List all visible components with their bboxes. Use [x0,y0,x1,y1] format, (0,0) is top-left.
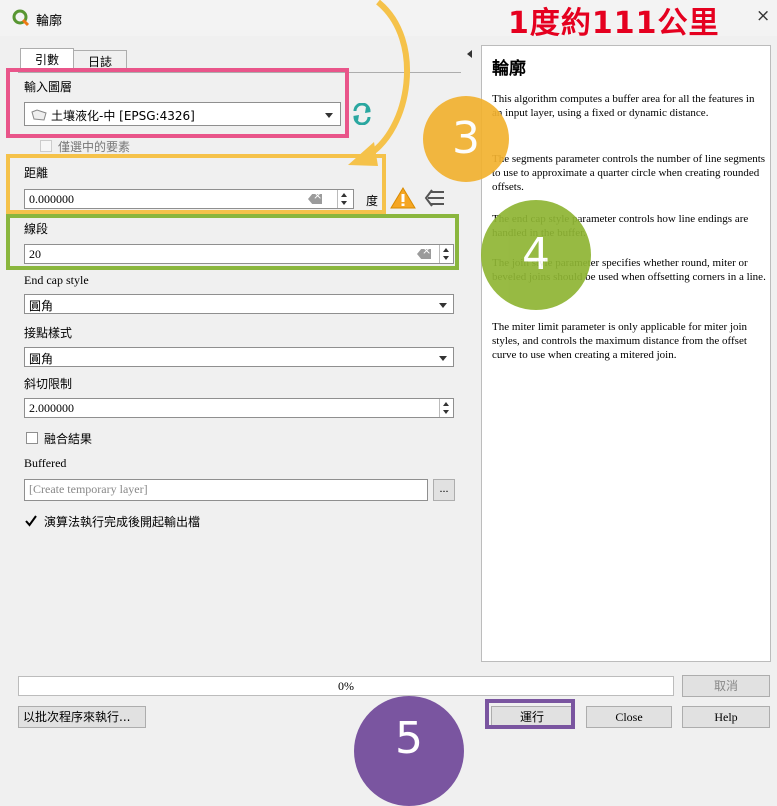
progress-text: 0% [338,679,354,693]
help-title: 輪廓 [492,59,526,79]
arrow-annotation [348,0,410,166]
buffered-placeholder: [Create temporary layer] [29,482,148,496]
progress-bar: 0% [18,676,674,696]
highlight-distance [6,154,386,214]
collapse-help-icon[interactable] [467,50,472,58]
end-cap-value: 圓角 [29,299,54,313]
close-button[interactable]: Close [586,706,672,728]
annotation-degree-note: 1度約111公里 [508,6,720,41]
data-defined-icon[interactable] [424,188,446,208]
join-style-value: 圓角 [29,352,54,366]
help-paragraph: The segments parameter controls the numb… [492,153,766,193]
join-style-combo[interactable]: 圓角 [24,347,454,367]
close-window-button[interactable]: × [756,6,770,26]
highlight-run [485,699,575,729]
miter-limit-label: 斜切限制 [24,377,73,391]
miter-limit-value: 2.000000 [29,401,74,415]
help-paragraph: The miter limit parameter is only applic… [492,321,748,361]
highlight-segments [6,214,459,270]
end-cap-label: End cap style [24,273,89,287]
join-style-label: 接點樣式 [24,326,73,340]
step-3-badge: 3 [423,96,509,182]
warning-icon [390,187,416,209]
qgis-logo-icon [12,9,30,27]
browse-button[interactable]: ... [433,479,455,501]
miter-limit-input[interactable]: 2.000000 [24,398,454,418]
buffered-output-input[interactable]: [Create temporary layer] [24,479,428,501]
dissolve-label: 融合結果 [44,432,93,446]
selected-only-label: 僅選中的要素 [58,140,131,154]
open-output-label: 演算法執行完成後開起輸出檔 [44,515,201,529]
help-button[interactable]: Help [682,706,770,728]
highlight-input-layer [6,68,349,138]
dissolve-checkbox[interactable] [26,432,38,444]
help-paragraph: This algorithm computes a buffer area fo… [492,93,755,119]
step-5-badge: 5 [354,696,464,806]
chevron-down-icon [439,303,447,308]
end-cap-combo[interactable]: 圓角 [24,294,454,314]
miter-spinner[interactable] [439,399,452,417]
chevron-down-icon [439,356,447,361]
open-output-checkbox[interactable] [25,515,37,527]
selected-only-checkbox[interactable] [40,140,52,152]
help-panel: 輪廓 This algorithm computes a buffer area… [481,45,771,662]
cancel-button[interactable]: 取消 [682,675,770,697]
batch-process-button[interactable]: 以批次程序來執行... [18,706,146,728]
buffered-label: Buffered [24,456,67,470]
window-title: 輪廓 [36,14,63,29]
step-4-badge: 4 [481,200,591,310]
